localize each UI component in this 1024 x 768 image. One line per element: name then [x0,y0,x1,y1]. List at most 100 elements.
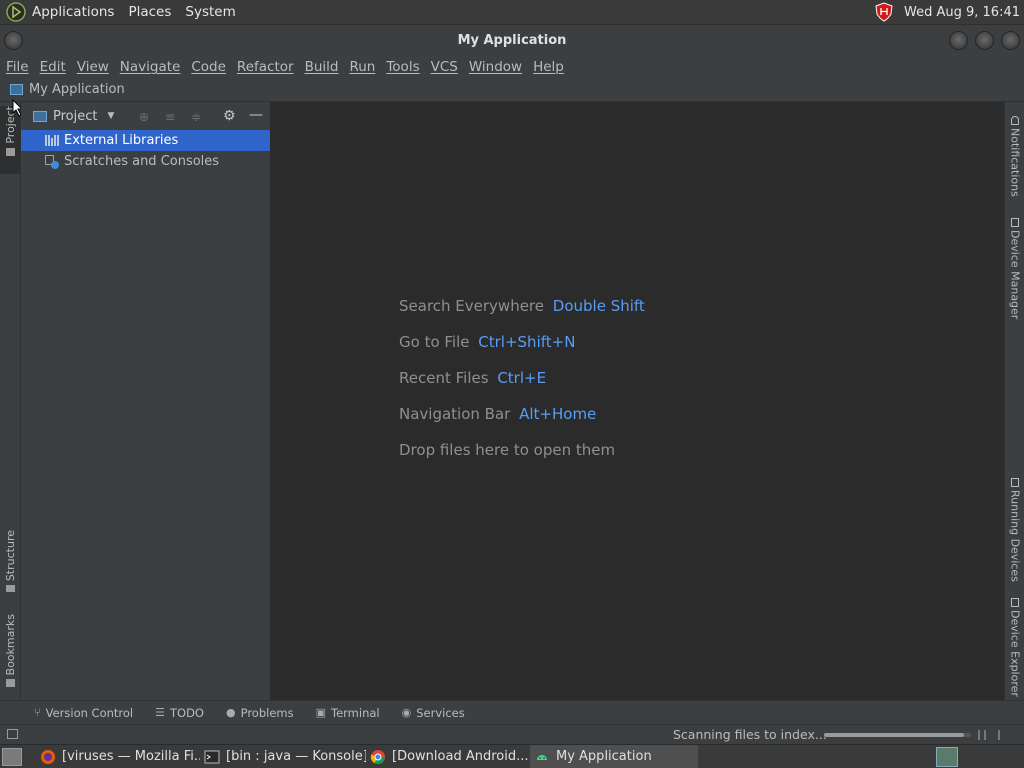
chevron-down-icon[interactable]: ▼ [107,111,114,121]
locate-icon[interactable]: ⊕ [139,110,149,124]
window-titlebar[interactable]: My Application [0,24,1024,56]
menu-help[interactable]: Help [533,59,564,75]
toggle-tool-windows-icon[interactable] [7,729,18,739]
collapse-all-icon[interactable]: ≑ [191,110,201,124]
project-view-icon [33,110,47,122]
tray-android-icon[interactable] [936,747,958,767]
firefox-icon [41,749,55,764]
tree-item-external-libraries[interactable]: External Libraries [21,130,270,151]
hint-text: Navigation Bar [399,405,511,423]
hint-text: Drop files here to open them [399,441,616,459]
structure-icon [6,585,15,592]
menu-view[interactable]: View [77,59,109,75]
system-menu-places[interactable]: Places [128,4,171,20]
task-label: [bin : java — Konsole] [226,749,366,764]
clock[interactable]: Wed Aug 9, 16:41 [904,5,1020,20]
distro-logo-icon[interactable] [6,2,26,22]
tool-tab-todo[interactable]: ☰ TODO [155,706,204,720]
tool-tab-device-manager-label: Device Manager [1008,230,1022,320]
tool-tab-notifications[interactable]: Notifications [1005,116,1024,197]
tree-item-scratches[interactable]: Scratches and Consoles [21,151,270,172]
tool-tab-device-manager[interactable]: Device Manager [1005,218,1024,319]
menu-build[interactable]: Build [305,59,339,75]
hint-text: Go to File [399,333,470,351]
menu-code[interactable]: Code [191,59,226,75]
window-title: My Application [457,33,567,48]
project-tool-window: Project ▼ ⊕ ≡ ≑ ⚙ — External Libraries S… [21,102,271,700]
tool-tab-structure-label: Structure [4,530,17,582]
breadcrumb-project[interactable]: My Application [29,82,125,97]
info-icon: ● [225,706,236,719]
close-button[interactable] [1001,31,1020,50]
hint-shortcut: Alt+Home [519,405,597,423]
menu-navigate[interactable]: Navigate [120,59,181,75]
task-konsole[interactable]: [bin : java — Konsole] [200,745,366,768]
task-label: My Application [556,749,652,764]
branch-icon: ⑂ [34,706,41,719]
menu-tools[interactable]: Tools [386,59,419,75]
pause-icon[interactable] [978,730,986,740]
terminal-icon: ▣ [315,706,327,719]
tool-tab-terminal[interactable]: ▣ Terminal [316,706,380,720]
hide-panel-icon[interactable]: — [249,107,263,123]
menu-file[interactable]: File [6,59,29,75]
device-manager-icon [1011,218,1019,227]
task-chrome[interactable]: [Download Android... [366,745,530,768]
editor-area[interactable]: Search Everywhere Double Shift Go to Fil… [271,102,1004,700]
tool-tab-label: Version Control [45,705,134,720]
left-tool-stripe: Project Structure Bookmarks [0,102,21,700]
hint-text: Recent Files [399,369,489,387]
tool-tab-services[interactable]: ◉ Services [402,706,465,720]
task-label: [viruses — Mozilla Fi... [62,749,200,764]
system-top-panel: Applications Places System Wed Aug 9, 16… [0,0,1024,24]
hint-search-everywhere: Search Everywhere Double Shift [399,297,645,315]
task-android-studio[interactable]: My Application [530,744,698,768]
menu-refactor[interactable]: Refactor [237,59,294,75]
hint-shortcut: Double Shift [552,297,645,315]
hint-text: Search Everywhere [399,297,544,315]
tool-tab-device-explorer[interactable]: Device Explorer [1005,598,1024,697]
tool-tab-label: TODO [170,705,204,720]
device-explorer-icon [1011,598,1019,607]
system-menu-system[interactable]: System [185,4,235,20]
tool-tab-running-devices[interactable]: Running Devices [1005,478,1024,582]
system-menu-applications[interactable]: Applications [32,4,114,20]
minimize-button[interactable] [949,31,968,50]
folder-icon [6,147,15,156]
tool-tab-running-devices-label: Running Devices [1008,490,1022,582]
bell-icon [1011,116,1019,125]
maximize-button[interactable] [975,31,994,50]
os-taskbar: [viruses — Mozilla Fi... [bin : java — K… [0,744,1024,768]
services-icon: ◉ [401,706,412,719]
expand-all-icon[interactable]: ≡ [165,110,175,124]
indexing-status[interactable]: Scanning files to index... [673,727,827,742]
project-view-selector[interactable]: Project [53,109,97,124]
tool-tab-label: Terminal [331,705,380,720]
menu-vcs[interactable]: VCS [431,59,458,75]
tool-tab-problems[interactable]: ● Problems [226,706,294,720]
project-module-icon [10,84,23,95]
hint-shortcut: Ctrl+E [497,369,547,387]
hint-recent-files: Recent Files Ctrl+E [399,369,546,387]
library-icon [45,135,59,146]
android-studio-icon [537,754,547,760]
scratches-icon [45,154,59,169]
cancel-icon[interactable] [998,730,1000,740]
menu-window[interactable]: Window [469,59,522,75]
tool-tab-version-control[interactable]: ⑂ Version Control [34,706,133,720]
tool-tab-notifications-label: Notifications [1008,128,1022,197]
right-tool-stripe: Notifications Device Manager Running Dev… [1004,102,1024,700]
menu-run[interactable]: Run [349,59,375,75]
gear-icon[interactable]: ⚙ [223,108,236,124]
task-firefox[interactable]: [viruses — Mozilla Fi... [36,745,200,768]
tool-tab-device-explorer-label: Device Explorer [1008,610,1022,697]
security-shield-icon[interactable] [874,2,894,22]
konsole-icon [204,750,220,763]
tool-tab-bookmarks[interactable]: Bookmarks [0,614,21,692]
tree-item-label: Scratches and Consoles [64,154,220,169]
show-desktop-icon[interactable] [2,747,22,766]
tool-tab-structure[interactable]: Structure [0,530,21,596]
menu-edit[interactable]: Edit [40,59,66,75]
bookmark-icon [6,679,15,688]
running-devices-icon [1011,478,1019,487]
